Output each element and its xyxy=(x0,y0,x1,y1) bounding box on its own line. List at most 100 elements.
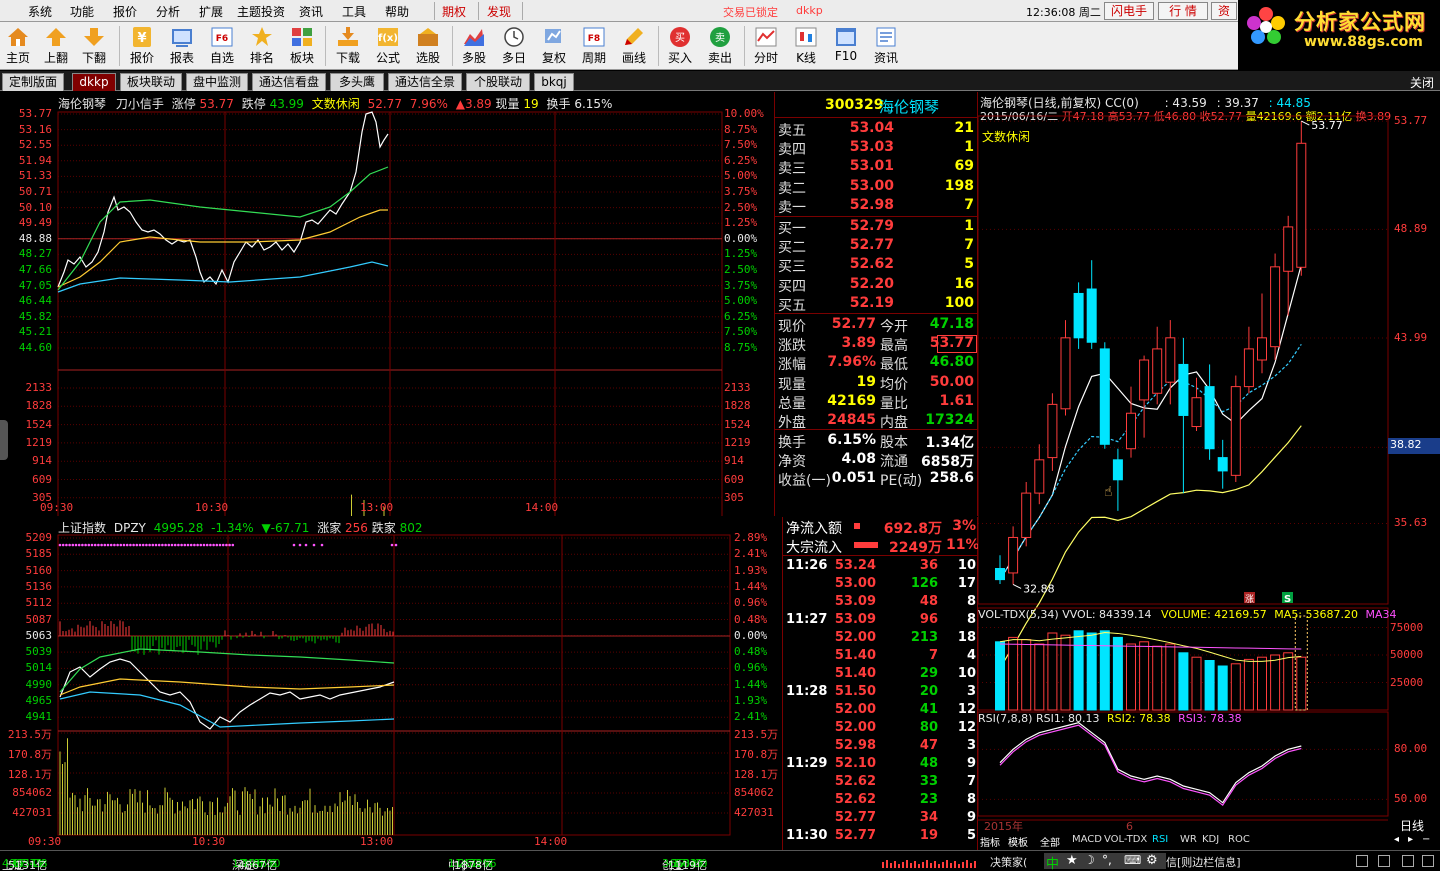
bid-row[interactable]: 买三 52.62 5 xyxy=(776,256,976,275)
tab-bull-eagle[interactable]: 多头鹰 xyxy=(330,73,384,91)
star-icon[interactable]: ★ xyxy=(1066,853,1078,868)
menu-theme[interactable]: 主题投资 xyxy=(237,3,285,20)
layout-icon[interactable] xyxy=(1402,855,1414,867)
table-row[interactable]: 52.77 34 9 xyxy=(786,810,978,828)
settings-gear-icon[interactable]: ⚙ xyxy=(1146,853,1158,868)
index-chart[interactable] xyxy=(0,517,782,850)
menu-extend[interactable]: 扩展 xyxy=(199,3,223,20)
download-button[interactable]: 下载 xyxy=(330,24,366,68)
keyboard-icon[interactable]: ⌨ xyxy=(1124,853,1141,867)
stock-picker-button[interactable]: 选股 xyxy=(410,24,446,68)
menu-news[interactable]: 资讯 xyxy=(299,3,323,20)
moon-icon[interactable]: ☽ xyxy=(1084,853,1095,867)
page-up-button[interactable]: 上翻 xyxy=(38,24,74,68)
buy-button[interactable]: 买 买入 xyxy=(662,24,698,68)
indicator-tab[interactable]: MACD xyxy=(1072,834,1102,848)
f10-button[interactable]: F10 xyxy=(828,24,864,68)
tab-stock-linkage[interactable]: 个股联动 xyxy=(466,73,530,91)
period-button[interactable]: F8 周期 xyxy=(576,24,612,68)
table-row[interactable]: 11:26 53.24 36 10 xyxy=(786,558,978,576)
tab-bkqj[interactable]: bkqj xyxy=(534,73,574,91)
info-button[interactable]: 资 xyxy=(1211,2,1237,20)
page-down-button[interactable]: 下翻 xyxy=(76,24,112,68)
intraday-button[interactable]: 分时 xyxy=(748,24,784,68)
table-row[interactable]: 11:27 53.09 96 8 xyxy=(786,612,978,630)
menu-system[interactable]: 系统 xyxy=(28,3,52,20)
indicator-tab[interactable]: VOL-TDX xyxy=(1104,834,1147,848)
ask-row[interactable]: 卖一 52.98 7 xyxy=(776,197,976,216)
tab-tdx-panorama[interactable]: 通达信全景 xyxy=(388,73,462,91)
table-row[interactable]: 52.98 47 3 xyxy=(786,738,978,756)
adjust-button[interactable]: 复权 xyxy=(536,24,572,68)
bid-row[interactable]: 买五 52.19 100 xyxy=(776,295,976,314)
tab-custom-layout[interactable]: 定制版面 xyxy=(2,73,64,91)
sidebar-info[interactable]: 信[则边栏信息] xyxy=(1166,854,1241,870)
expand-icon[interactable] xyxy=(1422,855,1434,867)
table-row[interactable]: 52.62 23 8 xyxy=(786,792,978,810)
menu-help[interactable]: 帮助 xyxy=(385,3,409,20)
tab-dkkp[interactable]: dkkp xyxy=(72,73,116,91)
menu-options[interactable]: 期权 xyxy=(442,3,466,20)
tab-tdx-view[interactable]: 通达信看盘 xyxy=(252,73,326,91)
table-row[interactable]: 11:30 52.77 19 5 xyxy=(786,828,978,846)
bid-row[interactable]: 买一 52.79 1 xyxy=(776,218,976,237)
quote-button[interactable]: ¥ 报价 xyxy=(124,24,160,68)
home-button[interactable]: 主页 xyxy=(0,24,36,68)
menu-discover[interactable]: 发现 xyxy=(487,3,511,20)
menu-analysis[interactable]: 分析 xyxy=(156,3,180,20)
ask-row[interactable]: 卖三 53.01 69 xyxy=(776,158,976,177)
kline-chart[interactable]: 53.77 32.88 ☝ 涨 S 2015年 6 xyxy=(978,92,1440,850)
table-row[interactable]: 52.00 41 12 xyxy=(786,702,978,720)
close-layout-button[interactable]: 关闭 xyxy=(1410,74,1434,91)
zoom-out-icon[interactable]: − xyxy=(1422,834,1430,848)
sector-button[interactable]: 板块 xyxy=(284,24,320,68)
chinese-input-icon[interactable]: 中 xyxy=(1046,853,1059,871)
table-row[interactable]: 53.00 126 17 xyxy=(786,576,978,594)
table-row[interactable]: 51.40 7 4 xyxy=(786,648,978,666)
bid-row[interactable]: 买二 52.77 7 xyxy=(776,237,976,256)
market-button[interactable]: 行 情 xyxy=(1158,2,1208,20)
ranking-button[interactable]: 排名 xyxy=(244,24,280,68)
kline-button[interactable]: K线 xyxy=(788,24,824,68)
indicator-tab[interactable]: 指标 xyxy=(980,834,1000,849)
dots-icon[interactable]: °, xyxy=(1102,853,1112,867)
ask-row[interactable]: 卖四 53.03 1 xyxy=(776,139,976,158)
table-row[interactable]: 51.40 29 10 xyxy=(786,666,978,684)
tab-sector-linkage[interactable]: 板块联动 xyxy=(120,73,182,91)
indicator-tab[interactable]: KDJ xyxy=(1202,834,1219,848)
tab-intraday-monitor[interactable]: 盘中监测 xyxy=(186,73,248,91)
table-row[interactable]: 52.62 33 7 xyxy=(786,774,978,792)
table-row[interactable]: 11:28 51.50 20 3 xyxy=(786,684,978,702)
bid-row[interactable]: 买四 52.20 16 xyxy=(776,276,976,295)
menu-quote[interactable]: 报价 xyxy=(113,3,137,20)
ask-row[interactable]: 卖五 53.04 21 xyxy=(776,120,976,139)
indicator-tab[interactable]: 模板 xyxy=(1008,834,1028,849)
multi-day-button[interactable]: 多日 xyxy=(496,24,532,68)
intraday-chart[interactable] xyxy=(0,92,776,516)
table-row[interactable]: 52.00 80 12 xyxy=(786,720,978,738)
indicator-tab[interactable]: RSI xyxy=(1152,834,1168,848)
left-collapse-handle[interactable] xyxy=(0,420,8,460)
scroll-right-icon[interactable]: ▸ xyxy=(1408,834,1413,848)
indicator-tab[interactable]: WR xyxy=(1180,834,1197,848)
table-row[interactable]: 11:29 52.10 48 9 xyxy=(786,756,978,774)
indicator-tab[interactable]: ROC xyxy=(1228,834,1250,848)
table-row[interactable]: 52.00 213 18 xyxy=(786,630,978,648)
menu-function[interactable]: 功能 xyxy=(70,3,94,20)
window-icon[interactable] xyxy=(1378,855,1390,867)
multi-stock-button[interactable]: 多股 xyxy=(456,24,492,68)
restore-icon[interactable] xyxy=(1356,855,1368,867)
scroll-left-icon[interactable]: ◂ xyxy=(1394,834,1399,848)
indicator-tab[interactable]: 全部 xyxy=(1040,834,1060,849)
flash-trade-button[interactable]: 闪电手 xyxy=(1104,2,1154,20)
menu-tools[interactable]: 工具 xyxy=(342,3,366,20)
sell-button[interactable]: 卖 卖出 xyxy=(702,24,738,68)
draw-line-button[interactable]: 画线 xyxy=(616,24,652,68)
table-row[interactable]: 53.09 48 8 xyxy=(786,594,978,612)
formula-button[interactable]: f(x) 公式 xyxy=(370,24,406,68)
ask-row[interactable]: 卖二 53.00 198 xyxy=(776,178,976,197)
watchlist-button[interactable]: F6 自选 xyxy=(204,24,240,68)
period-selector[interactable]: 日线 xyxy=(1400,817,1424,833)
decision-label[interactable]: 决策家( xyxy=(990,854,1027,870)
news-button[interactable]: 资讯 xyxy=(868,24,904,68)
